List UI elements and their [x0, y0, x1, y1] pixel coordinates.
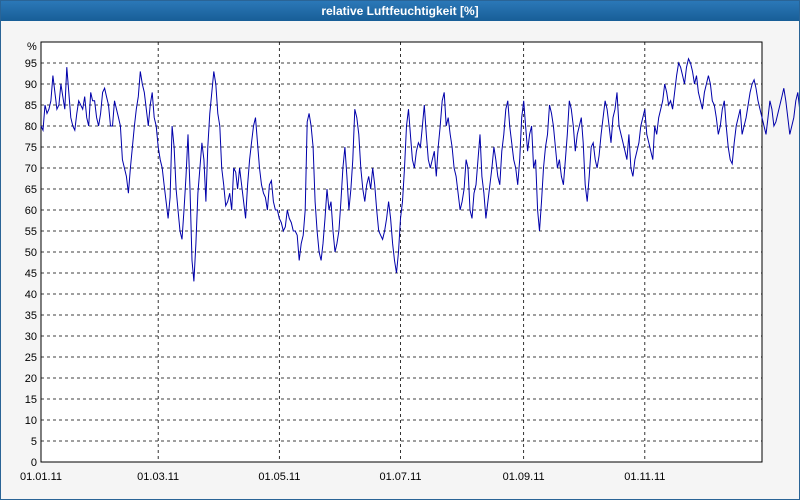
y-tick-label: 70 [25, 163, 37, 175]
y-tick-label: 90 [25, 79, 37, 91]
y-tick-label: 25 [25, 352, 37, 364]
y-tick-label: 35 [25, 310, 37, 322]
y-tick-label: 80 [25, 121, 37, 133]
y-tick-label: 30 [25, 331, 37, 343]
y-tick-label: 15 [25, 394, 37, 406]
y-tick-label: 50 [25, 247, 37, 259]
y-tick-label: 5 [31, 436, 37, 448]
window-title-bar: relative Luftfeuchtigkeit [%] [1, 1, 799, 21]
y-tick-label: 45 [25, 268, 37, 280]
x-tick-label: 01.11.11 [624, 471, 665, 483]
y-tick-label: 85 [25, 100, 37, 112]
y-tick-label: 10 [25, 415, 37, 427]
grid-lines [41, 42, 762, 462]
x-tick-label: 01.07.11 [379, 471, 421, 483]
window-title: relative Luftfeuchtigkeit [%] [321, 4, 479, 18]
y-tick-label: 75 [25, 142, 37, 154]
y-axis-unit: % [27, 41, 37, 53]
chart-window: relative Luftfeuchtigkeit [%] 0 5 10 15 20 25… [0, 0, 800, 500]
y-tick-label: 95 [25, 58, 37, 70]
y-tick-label: 0 [31, 457, 37, 469]
y-tick-label: 20 [25, 373, 37, 385]
y-tick-label: 65 [25, 184, 37, 196]
y-tick-label: 55 [25, 226, 37, 238]
humidity-chart: 0 5 10 15 20 25 30 35 40 45 50 55 60 65 70 75 80 85 90 95 0… [20, 41, 799, 483]
y-axis: 0 5 10 15 20 25 30 35 40 45 50 55 60 65 70 75 80 85 90 95 [25, 58, 37, 469]
x-axis: 01.01.11 01.03.11 01.05.11 01.07.11 01.09.11… [20, 471, 665, 483]
x-tick-label: 01.03.11 [137, 471, 179, 483]
x-tick-label: 01.05.11 [258, 471, 300, 483]
y-tick-label: 60 [25, 205, 37, 217]
x-tick-label: 01.09.11 [503, 471, 545, 483]
y-tick-label: 40 [25, 289, 37, 301]
x-tick-label: 01.01.11 [20, 471, 62, 483]
